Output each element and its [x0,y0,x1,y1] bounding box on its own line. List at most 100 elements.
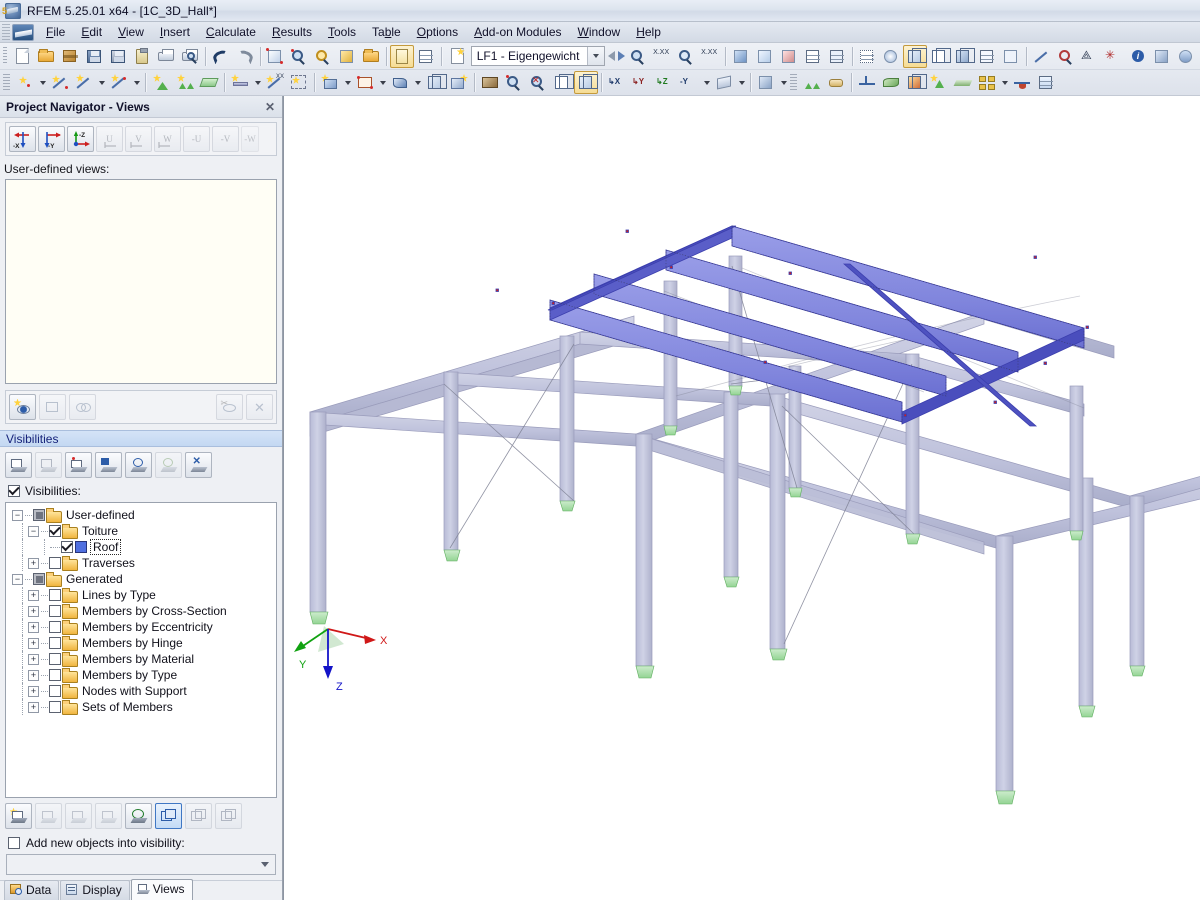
expander-collapse-icon[interactable]: − [12,573,23,585]
render-icon[interactable] [574,71,598,94]
visibilities-tree[interactable]: − User-defined − Toiture Roof + Traverse… [5,502,277,798]
tree-checkbox-unchecked[interactable] [49,669,61,681]
layer-back-icon[interactable] [215,803,242,829]
layer-middle-icon[interactable] [185,803,212,829]
camera-icon[interactable] [1150,45,1174,68]
open-model-icon[interactable] [58,45,82,68]
open-project-icon[interactable] [34,45,58,68]
section-icon[interactable] [1010,71,1034,94]
solid-result-icon[interactable] [903,71,927,94]
grid-icon[interactable] [855,45,879,68]
tree-item-user-defined[interactable]: − User-defined [6,507,276,523]
expander-collapse-icon[interactable]: − [12,509,23,521]
add-new-objects-checkbox[interactable] [8,837,20,849]
settings-icon[interactable] [1174,45,1198,68]
view-w-button[interactable]: W [154,126,181,152]
visibility-selected-icon[interactable] [65,452,92,478]
new-dimension-icon[interactable] [72,71,96,94]
expander-expand-icon[interactable]: + [28,637,39,649]
visibility-clear-icon[interactable]: ✕ [185,452,212,478]
undo-icon[interactable] [209,45,233,68]
visibilities-checkbox-row[interactable]: Visibilities: [0,482,282,502]
new-support-icon[interactable] [149,71,173,94]
print-icon[interactable] [154,45,178,68]
new-solid-icon[interactable] [318,71,342,94]
new-member-set-icon[interactable] [287,71,311,94]
lighting-icon[interactable] [879,45,903,68]
snap-object-icon[interactable] [999,45,1023,68]
zoom-window-icon[interactable] [502,71,526,94]
menu-tools[interactable]: Tools [320,22,364,43]
tree-checkbox-unchecked[interactable] [49,621,61,633]
export-icon[interactable] [445,45,469,68]
tree-checkbox-unchecked[interactable] [49,653,61,665]
menu-addon-modules[interactable]: Add-on Modules [466,22,569,43]
tab-views[interactable]: Views [130,879,193,900]
new-surface-icon[interactable] [197,71,221,94]
view-minus-z-button[interactable]: -Z [67,126,94,152]
expander-collapse-icon[interactable]: − [28,525,39,537]
clip-icon[interactable] [754,71,778,94]
load-case-combo[interactable]: LF1 - Eigengewicht [470,46,605,66]
line-hinge-icon[interactable] [824,71,848,94]
duplicate-view-icon[interactable] [69,394,96,420]
prev-load-case-icon[interactable] [607,45,617,68]
model-viewport-3d[interactable]: X Y Z [283,96,1200,900]
tree-checkbox-unchecked[interactable] [49,589,61,601]
view-minus-w-button[interactable]: -W [241,126,259,152]
print-preview-icon[interactable] [178,45,202,68]
value-xxx-icon[interactable]: X.XX [650,45,674,68]
tab-data[interactable]: Data [4,880,60,900]
new-document-icon[interactable] [10,45,34,68]
snow-load-icon[interactable] [753,45,777,68]
tree-checkbox-checked[interactable] [61,541,73,553]
delete-view-icon[interactable]: ✕ [246,394,273,420]
expander-expand-icon[interactable]: + [28,653,39,665]
expander-expand-icon[interactable]: + [28,701,39,713]
toolbar-grip-3[interactable] [790,73,797,92]
copy-icon[interactable] [359,45,383,68]
tree-item-members-by-cross-section[interactable]: + Members by Cross-Section [6,603,276,619]
menu-options[interactable]: Options [409,22,466,43]
new-member-dropdown-icon[interactable] [252,71,263,94]
new-node-icon[interactable] [13,71,37,94]
zoom-loadcase-icon[interactable] [626,45,650,68]
render-wire-icon[interactable] [927,45,952,68]
render-solid-icon[interactable] [903,44,928,68]
visibility-remove-icon[interactable] [35,803,62,829]
close-icon[interactable]: ✕ [262,99,278,114]
expander-expand-icon[interactable]: + [28,669,39,681]
menu-results[interactable]: Results [264,22,320,43]
view-y-icon[interactable]: ↳Y [629,71,653,94]
result-diagram-icon[interactable] [951,71,975,94]
load-wizard-icon[interactable] [777,45,801,68]
tree-item-lines-by-type[interactable]: + Lines by Type [6,587,276,603]
rotate-copy-icon[interactable]: ⟁ [1078,45,1102,68]
new-opening-dropdown-icon[interactable] [377,71,388,94]
render-shade-icon[interactable] [951,45,976,68]
view-minus-y-button[interactable]: -Y [38,126,65,152]
visibility-icon[interactable] [712,71,736,94]
visibility-none-icon[interactable] [95,803,122,829]
tree-item-traverses[interactable]: + Traverses [6,555,276,571]
new-node-dropdown-icon[interactable] [37,71,48,94]
view-minus-x-button[interactable]: -X [9,126,36,152]
menu-insert[interactable]: Insert [152,22,198,43]
new-opening-icon[interactable] [353,71,377,94]
new-load-dropdown-icon[interactable] [412,71,423,94]
menu-view[interactable]: View [110,22,152,43]
hide-view-icon[interactable]: ✂ [216,394,243,420]
view-isometric-dropdown-icon[interactable] [701,71,712,94]
new-object-icon[interactable] [447,71,471,94]
tree-item-sets-of-members[interactable]: + Sets of Members [6,699,276,715]
visibility-invert-icon[interactable] [65,803,92,829]
result-panel-dropdown-icon[interactable] [999,71,1010,94]
tree-item-members-by-eccentricity[interactable]: + Members by Eccentricity [6,619,276,635]
add-new-objects-combo[interactable] [6,854,276,875]
expander-expand-icon[interactable]: + [28,685,39,697]
result-xxx-icon[interactable]: X.XX [698,45,722,68]
info-icon[interactable]: i [1126,45,1150,68]
new-line-icon[interactable] [48,71,72,94]
display-result-icon[interactable] [674,45,698,68]
new-block-icon[interactable] [423,71,447,94]
